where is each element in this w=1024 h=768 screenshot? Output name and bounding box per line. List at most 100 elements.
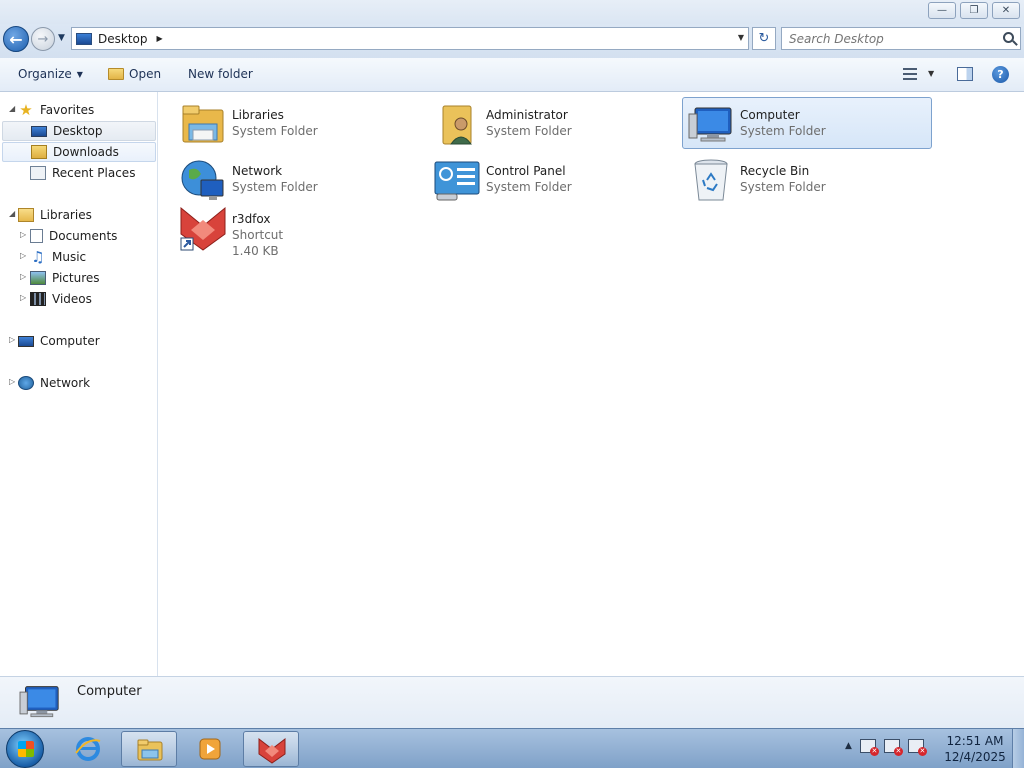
open-button[interactable]: Open bbox=[108, 67, 161, 81]
desktop-icon bbox=[76, 32, 92, 45]
taskbar-r3dfox[interactable] bbox=[243, 731, 299, 767]
nav-item-label: Downloads bbox=[53, 145, 119, 159]
item-name: Libraries bbox=[232, 108, 284, 122]
forward-button[interactable]: → bbox=[31, 27, 55, 51]
nav-computer[interactable]: Computer bbox=[18, 331, 100, 351]
refresh-button[interactable]: ↻ bbox=[752, 27, 776, 50]
nav-item-downloads[interactable]: Downloads bbox=[2, 142, 156, 162]
close-button[interactable]: ✕ bbox=[992, 2, 1020, 19]
details-pane: Computer bbox=[0, 676, 1024, 728]
collapsed-triangle-icon[interactable]: ▷ bbox=[20, 230, 26, 239]
change-view-icon[interactable] bbox=[903, 68, 917, 80]
maximize-button[interactable]: ❐ bbox=[960, 2, 988, 19]
downloads-folder-icon bbox=[31, 145, 47, 159]
back-button[interactable]: ← bbox=[3, 26, 29, 52]
new-folder-button[interactable]: New folder bbox=[188, 67, 253, 81]
item-name: Network bbox=[232, 164, 283, 178]
window-controls: — ❐ ✕ bbox=[928, 2, 1020, 19]
item-type: System Folder bbox=[232, 180, 318, 194]
nav-libraries[interactable]: Libraries bbox=[18, 205, 92, 225]
address-row: ← → ▼ Desktop ▶ ▼ ↻ bbox=[0, 24, 1024, 58]
item-name: Control Panel bbox=[486, 164, 566, 178]
details-item-name: Computer bbox=[77, 684, 142, 699]
item-name: Administrator bbox=[486, 108, 568, 122]
clock-time: 12:51 AM bbox=[946, 734, 1004, 748]
search-input[interactable] bbox=[782, 28, 994, 49]
clock[interactable]: 12:51 AM 12/4/2025 bbox=[940, 733, 1010, 765]
item-name: Computer bbox=[740, 108, 800, 122]
item-network[interactable]: Network System Folder bbox=[175, 154, 425, 206]
breadcrumb-chevron-icon[interactable]: ▶ bbox=[157, 34, 163, 43]
item-type: System Folder bbox=[740, 180, 826, 194]
nav-item-pictures[interactable]: Pictures bbox=[30, 268, 100, 288]
collapsed-triangle-icon[interactable]: ▷ bbox=[9, 377, 15, 386]
user-folder-icon bbox=[442, 105, 472, 145]
item-recycle-bin[interactable]: Recycle Bin System Folder bbox=[683, 154, 933, 206]
windows-logo-icon bbox=[18, 741, 34, 757]
expanded-triangle-icon[interactable]: ◢ bbox=[9, 104, 15, 113]
nav-item-label: Pictures bbox=[52, 271, 100, 285]
item-type: System Folder bbox=[486, 180, 572, 194]
item-administrator[interactable]: Administrator System Folder bbox=[429, 98, 679, 150]
recent-pages-dropdown[interactable]: ▼ bbox=[58, 33, 65, 43]
action-center-flag-icon[interactable]: ✕ bbox=[859, 739, 879, 756]
r3dfox-icon bbox=[258, 737, 286, 764]
expanded-triangle-icon[interactable]: ◢ bbox=[9, 209, 15, 218]
organize-button[interactable]: Organize ▼ bbox=[18, 67, 83, 81]
media-player-icon bbox=[199, 738, 221, 760]
taskbar-windows-explorer[interactable] bbox=[121, 731, 177, 767]
nav-item-documents[interactable]: Documents bbox=[30, 226, 117, 246]
breadcrumb-desktop[interactable]: Desktop bbox=[98, 32, 148, 46]
nav-favorites[interactable]: ★ Favorites bbox=[18, 100, 94, 120]
start-button[interactable] bbox=[6, 730, 44, 768]
taskbar-media-player[interactable] bbox=[182, 731, 238, 767]
collapsed-triangle-icon[interactable]: ▷ bbox=[20, 293, 26, 302]
collapsed-triangle-icon[interactable]: ▷ bbox=[20, 272, 26, 281]
r3dfox-shortcut-icon bbox=[180, 206, 226, 251]
search-box[interactable] bbox=[781, 27, 1021, 50]
documents-icon bbox=[30, 229, 43, 243]
computer-icon bbox=[688, 107, 732, 142]
volume-muted-icon[interactable]: ✕ bbox=[907, 739, 927, 756]
collapsed-triangle-icon[interactable]: ▷ bbox=[20, 251, 26, 260]
minimize-button[interactable]: — bbox=[928, 2, 956, 19]
libraries-icon bbox=[18, 208, 34, 222]
nav-computer-label: Computer bbox=[40, 334, 100, 348]
taskbar-internet-explorer[interactable] bbox=[60, 731, 116, 767]
nav-item-desktop[interactable]: Desktop bbox=[2, 121, 156, 141]
preview-pane-icon[interactable] bbox=[957, 67, 973, 81]
nav-item-music[interactable]: ♫ Music bbox=[30, 247, 86, 267]
item-computer[interactable]: Computer System Folder bbox=[682, 97, 932, 149]
command-bar: Organize ▼ Open New folder ▼ ? bbox=[0, 58, 1024, 92]
nav-favorites-label: Favorites bbox=[40, 103, 95, 117]
help-icon[interactable]: ? bbox=[992, 66, 1009, 83]
item-type: Shortcut bbox=[232, 228, 284, 242]
item-r3dfox[interactable]: r3dfox Shortcut 1.40 KB bbox=[175, 202, 425, 262]
control-panel-icon bbox=[434, 161, 480, 201]
address-bar[interactable]: Desktop ▶ ▼ bbox=[71, 27, 749, 50]
open-label: Open bbox=[129, 67, 162, 81]
nav-item-recent-places[interactable]: Recent Places bbox=[30, 163, 135, 183]
videos-film-icon bbox=[30, 292, 46, 306]
item-libraries[interactable]: Libraries System Folder bbox=[175, 98, 425, 150]
collapsed-triangle-icon[interactable]: ▷ bbox=[9, 335, 15, 344]
network-status-icon[interactable]: ✕ bbox=[883, 739, 903, 756]
nav-item-label: Videos bbox=[52, 292, 92, 306]
item-name: Recycle Bin bbox=[740, 164, 810, 178]
nav-item-videos[interactable]: Videos bbox=[30, 289, 92, 309]
show-desktop-button[interactable] bbox=[1012, 729, 1024, 768]
network-globe-icon bbox=[181, 160, 224, 200]
navigation-pane: ◢ ★ Favorites Desktop Downloads Recent P… bbox=[0, 92, 158, 676]
item-type: System Folder bbox=[740, 124, 826, 138]
item-control-panel[interactable]: Control Panel System Folder bbox=[429, 154, 679, 206]
search-icon[interactable] bbox=[1003, 32, 1014, 43]
star-icon: ★ bbox=[19, 101, 33, 119]
show-hidden-icons-icon[interactable]: ▲ bbox=[845, 741, 852, 751]
recent-places-icon bbox=[30, 166, 46, 180]
address-dropdown-icon[interactable]: ▼ bbox=[738, 33, 744, 42]
item-type: System Folder bbox=[232, 124, 318, 138]
views-dropdown-icon[interactable]: ▼ bbox=[928, 69, 934, 78]
nav-network[interactable]: Network bbox=[18, 373, 90, 393]
item-type: System Folder bbox=[486, 124, 572, 138]
nav-item-label: Music bbox=[52, 250, 87, 264]
